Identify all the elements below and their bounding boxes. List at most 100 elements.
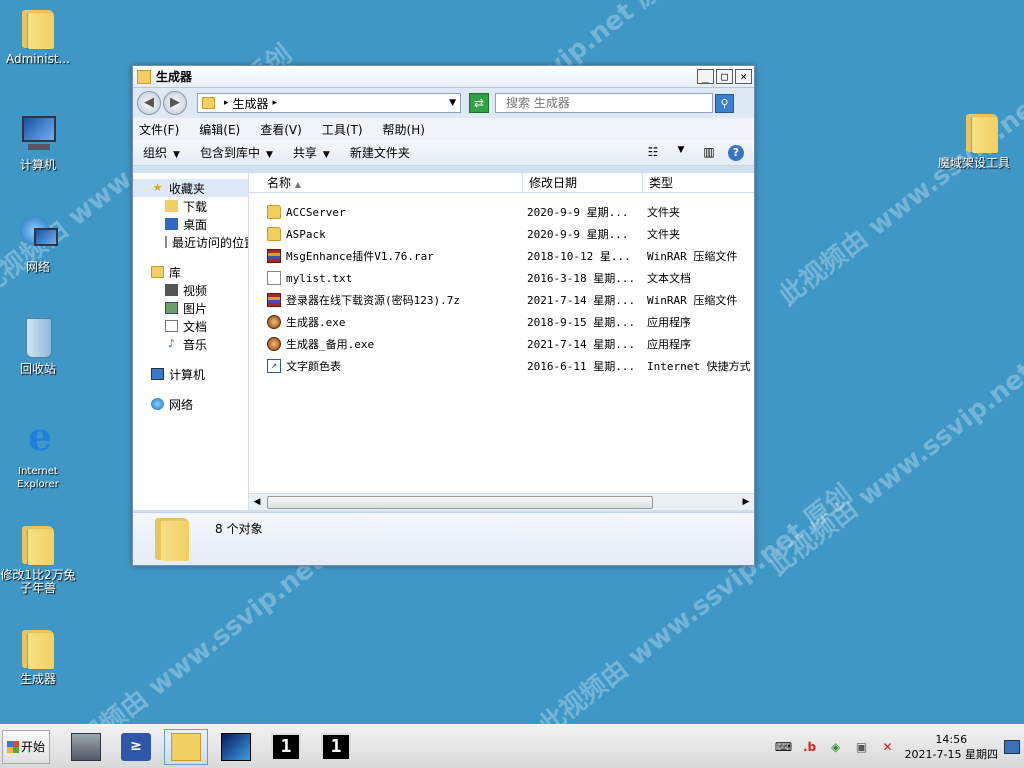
close-button[interactable]: × <box>735 69 752 84</box>
nav-downloads[interactable]: 下载 <box>133 197 248 215</box>
taskbar-server-manager[interactable] <box>64 729 108 765</box>
file-row[interactable]: 生成器_备用.exe 2021-7-14 星期... 应用程序 <box>249 333 754 355</box>
internet-explorer-icon: e <box>27 414 53 459</box>
search-icon[interactable]: ⚲ <box>715 93 734 113</box>
security-shield-icon[interactable]: ◈ <box>827 738 845 756</box>
desktop-icon-setup-tools[interactable]: 魔域架设工具 <box>934 110 1014 170</box>
breadcrumb-chevron-icon[interactable]: ▸ <box>224 98 229 108</box>
file-name: ACCServer <box>249 205 523 219</box>
back-button[interactable]: ◀ <box>137 91 161 115</box>
column-date[interactable]: 修改日期 <box>523 173 643 192</box>
menu-view[interactable]: 查看(V) <box>258 121 304 138</box>
nav-favorites[interactable]: ★ 收藏夹 <box>133 179 248 197</box>
include-in-library-button[interactable]: 包含到库中 ▼ <box>200 144 273 161</box>
taskbar-powershell[interactable]: ≥ <box>114 729 158 765</box>
taskbar-app-cube[interactable] <box>214 729 258 765</box>
title-bar[interactable]: 生成器 _ □ × <box>133 66 754 88</box>
desktop-icon-computer[interactable]: 计算机 <box>0 112 78 172</box>
window-body: ★ 收藏夹 下载 桌面 最近访问的位置 库 视频 图片 文档 ♪ 音乐 计算机 网络… <box>133 173 754 510</box>
refresh-button[interactable]: ⇄ <box>469 93 489 113</box>
desktop-icon-internet-explorer[interactable]: e Internet Explorer <box>0 418 78 491</box>
file-row[interactable]: MsgEnhance插件V1.76.rar 2018-10-12 星... WinR… <box>249 245 754 267</box>
file-row[interactable]: mylist.txt 2016-3-18 星期... 文本文档 <box>249 267 754 289</box>
navigation-pane: ★ 收藏夹 下载 桌面 最近访问的位置 库 视频 图片 文档 ♪ 音乐 计算机 网络 <box>133 173 249 510</box>
desktop-icon-label: 魔域架设工具 <box>937 156 1010 170</box>
menu-file[interactable]: 文件(F) <box>137 121 181 138</box>
nav-network[interactable]: 网络 <box>133 395 248 413</box>
file-row[interactable]: ASPack 2020-9-9 星期... 文件夹 <box>249 223 754 245</box>
new-folder-button[interactable]: 新建文件夹 <box>350 144 410 161</box>
nav-desktop[interactable]: 桌面 <box>133 215 248 233</box>
desktop-icon-network[interactable]: 网络 <box>0 214 78 274</box>
nav-recent[interactable]: 最近访问的位置 <box>133 233 248 251</box>
maximize-button[interactable]: □ <box>716 69 733 84</box>
desktop-icon-recycle-bin[interactable]: 回收站 <box>0 316 78 376</box>
breadcrumb-item[interactable]: 生成器 <box>233 95 269 112</box>
column-type[interactable]: 类型 <box>643 173 754 192</box>
taskbar: 开始 ≥ 1 1 ⌨ .b ◈ ▣ ✕ 14:56 2021-7-15 星期四 <box>0 724 1024 768</box>
forward-button[interactable]: ▶ <box>163 91 187 115</box>
watermark: 此视频由 www.ssvip.net 原创 <box>773 49 1024 312</box>
help-icon[interactable]: ? <box>728 144 744 161</box>
desktop-icon-administrator[interactable]: Administ... <box>0 6 78 66</box>
shortcut-icon: ↗ <box>267 359 281 373</box>
nav-videos[interactable]: 视频 <box>133 281 248 299</box>
volume-muted-icon[interactable]: ✕ <box>879 738 897 756</box>
menu-tools[interactable]: 工具(T) <box>320 121 365 138</box>
library-icon <box>151 266 164 278</box>
network-status-icon[interactable]: ▣ <box>853 738 871 756</box>
file-row[interactable]: ACCServer 2020-9-9 星期... 文件夹 <box>249 201 754 223</box>
explorer-window[interactable]: 生成器 _ □ × ◀ ▶ ▸ 生成器 ▸ ▼ ⇄ ⚲ 文件(F) 编辑(E) … <box>132 65 755 566</box>
folder-icon <box>202 97 215 109</box>
menu-help[interactable]: 帮助(H) <box>381 121 427 138</box>
file-row[interactable]: ↗ 文字颜色表 2016-6-11 星期... Internet 快捷方式 <box>249 355 754 377</box>
preview-pane-icon[interactable]: ▥ <box>700 145 718 161</box>
file-row[interactable]: 生成器.exe 2018-9-15 星期... 应用程序 <box>249 311 754 333</box>
menu-edit[interactable]: 编辑(E) <box>197 121 242 138</box>
share-button[interactable]: 共享 ▼ <box>293 144 330 161</box>
organize-button[interactable]: 组织 ▼ <box>143 144 180 161</box>
taskbar-explorer[interactable] <box>164 728 208 765</box>
breadcrumb-chevron-icon[interactable]: ▸ <box>273 98 278 108</box>
column-name[interactable]: 名称 ▲ <box>249 173 523 192</box>
taskbar-cmd-2[interactable]: 1 <box>314 729 358 765</box>
view-options-icon[interactable]: ☷ <box>644 145 662 161</box>
search-input[interactable] <box>495 93 713 113</box>
address-dropdown-icon[interactable]: ▼ <box>449 98 456 108</box>
nav-computer[interactable]: 计算机 <box>133 365 248 383</box>
nav-libraries[interactable]: 库 <box>133 263 248 281</box>
network-icon <box>151 398 164 410</box>
file-date: 2021-7-14 星期... <box>527 338 636 351</box>
windows-logo-icon <box>6 740 19 753</box>
nav-pictures[interactable]: 图片 <box>133 299 248 317</box>
folder-icon <box>267 205 281 219</box>
baidu-icon[interactable]: .b <box>801 738 819 756</box>
horizontal-scrollbar[interactable]: ◀ ▶ <box>249 493 754 510</box>
item-count: 8 个对象 <box>215 521 263 536</box>
scrollbar-thumb[interactable] <box>267 495 653 509</box>
system-tray: ⌨ .b ◈ ▣ ✕ 14:56 2021-7-15 星期四 <box>775 725 1024 768</box>
start-button[interactable]: 开始 <box>2 729 50 764</box>
address-field[interactable]: ▸ 生成器 ▸ ▼ <box>197 93 461 113</box>
file-row[interactable]: 登录器在线下载资源(密码123).7z 2021-7-14 星期... WinRAR… <box>249 289 754 311</box>
desktop-icon-modify-folder[interactable]: 修改1比2万兔子年兽 <box>0 522 78 595</box>
taskbar-cmd-1[interactable]: 1 <box>264 729 308 765</box>
nav-music[interactable]: ♪ 音乐 <box>133 335 248 353</box>
desktop-icon-generator[interactable]: 生成器 <box>0 626 78 686</box>
nav-documents[interactable]: 文档 <box>133 317 248 335</box>
exe-icon <box>267 315 281 329</box>
minimize-button[interactable]: _ <box>697 69 714 84</box>
file-name: 登录器在线下载资源(密码123).7z <box>249 292 523 308</box>
scroll-right-icon[interactable]: ▶ <box>738 495 754 510</box>
file-date: 2016-3-18 星期... <box>527 272 636 285</box>
file-date: 2021-7-14 星期... <box>527 294 636 307</box>
keyboard-icon[interactable]: ⌨ <box>775 738 793 756</box>
file-list-pane: 名称 ▲ 修改日期 类型 ACCServer 2020-9-9 星期... 文件夹 A… <box>249 173 754 510</box>
file-type: 文本文档 <box>647 272 691 285</box>
scroll-left-icon[interactable]: ◀ <box>249 495 265 510</box>
cube-app-icon <box>221 732 251 761</box>
clock[interactable]: 14:56 2021-7-15 星期四 <box>905 732 998 762</box>
show-desktop-icon[interactable] <box>1004 740 1020 754</box>
star-icon: ★ <box>152 181 163 194</box>
view-dropdown-icon[interactable]: ▼ <box>672 145 690 161</box>
